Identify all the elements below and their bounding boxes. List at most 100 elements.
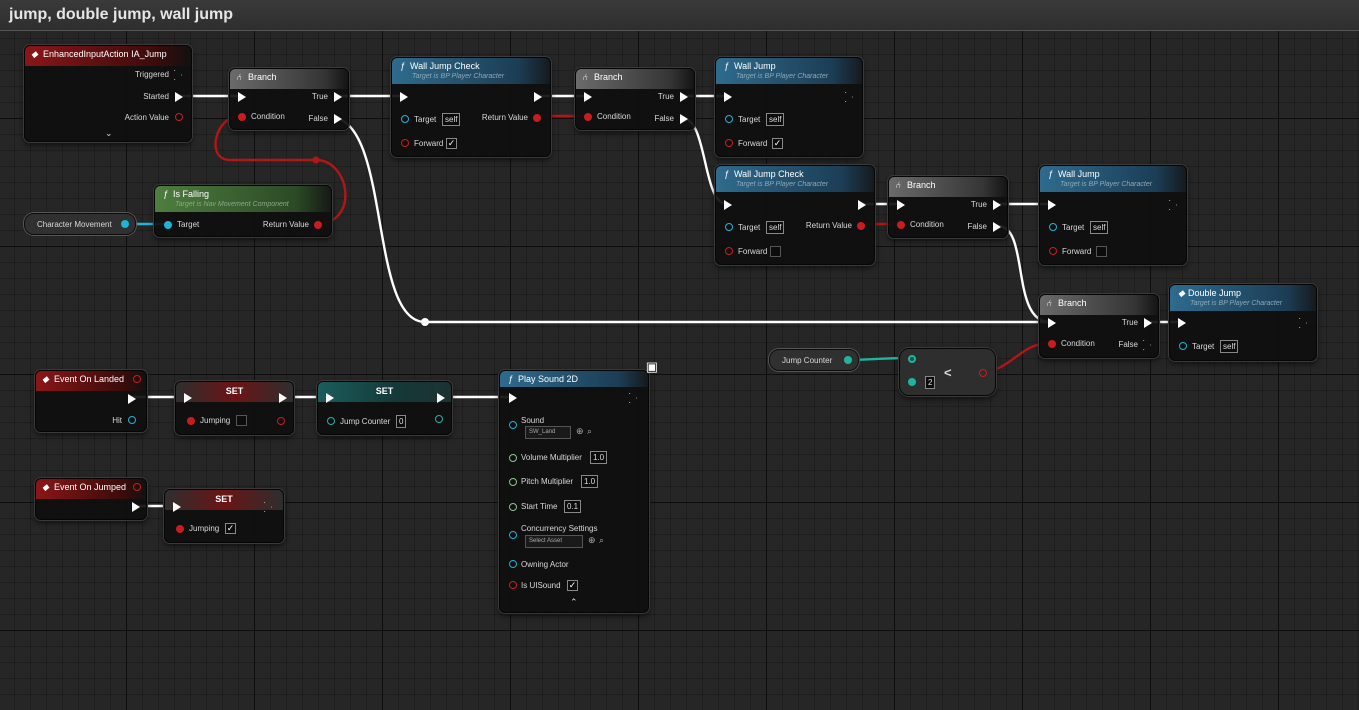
chevron-icon[interactable]: ⌃ xyxy=(570,597,578,608)
forward-pin[interactable] xyxy=(725,139,733,147)
branch-node[interactable]: ⑃ Branch True Condition False xyxy=(888,176,1008,238)
is-ui-sound-checkbox[interactable]: ✓ xyxy=(567,580,578,591)
pitch-value[interactable]: 1.0 xyxy=(581,475,599,488)
target-pin[interactable] xyxy=(725,223,733,231)
exec-out-pin[interactable] xyxy=(1300,318,1308,328)
bool-in-pin[interactable] xyxy=(187,417,195,425)
jumping-checkbox[interactable] xyxy=(236,415,247,426)
jump-counter-value[interactable]: 0 xyxy=(396,415,407,428)
object-out-pin[interactable] xyxy=(121,220,129,228)
forward-pin[interactable] xyxy=(1049,247,1057,255)
exec-out-pin[interactable] xyxy=(1144,340,1152,350)
browse-icon[interactable]: ⊕ xyxy=(588,535,596,546)
volume-pin[interactable] xyxy=(509,454,517,462)
sound-pin[interactable] xyxy=(509,421,517,429)
exec-out-pin[interactable] xyxy=(858,200,866,210)
hit-pin[interactable] xyxy=(128,416,136,424)
exec-out-pin[interactable] xyxy=(334,114,342,124)
condition-pin[interactable] xyxy=(238,113,246,121)
exec-out-pin[interactable] xyxy=(534,92,542,102)
wall-jump-node[interactable]: ƒ Wall Jump Target is BP Player Characte… xyxy=(715,57,863,157)
concurrency-dropdown[interactable]: Select Asset xyxy=(525,535,583,548)
forward-pin[interactable] xyxy=(401,139,409,147)
search-icon[interactable]: ⌕ xyxy=(599,535,604,546)
sound-dropdown[interactable]: SW_Land xyxy=(525,426,571,439)
exec-out-pin[interactable] xyxy=(132,502,140,512)
exec-out-pin[interactable] xyxy=(1144,318,1152,328)
target-pin[interactable] xyxy=(401,115,409,123)
concurrency-pin[interactable] xyxy=(509,531,517,539)
exec-out-pin[interactable] xyxy=(175,70,183,80)
exec-in-pin[interactable] xyxy=(1048,318,1056,328)
return-pin[interactable] xyxy=(314,221,322,229)
branch-node[interactable]: ⑃ Branch True Condition False xyxy=(575,68,695,130)
jump-counter-getter[interactable]: Jump Counter xyxy=(769,349,859,371)
is-ui-sound-pin[interactable] xyxy=(509,581,517,589)
wall-jump-check-node[interactable]: ƒ Wall Jump Check Target is BP Player Ch… xyxy=(715,165,875,265)
bool-out-pin[interactable] xyxy=(277,417,285,425)
exec-in-pin[interactable] xyxy=(326,393,334,403)
exec-out-pin[interactable] xyxy=(175,92,183,102)
int-in-pin-a[interactable] xyxy=(908,355,916,363)
int-out-pin[interactable] xyxy=(844,356,852,364)
exec-in-pin[interactable] xyxy=(400,92,408,102)
owning-actor-pin[interactable] xyxy=(509,560,517,568)
input-action-node[interactable]: ◆ EnhancedInputAction IA_Jump Triggered … xyxy=(24,45,192,142)
pitch-pin[interactable] xyxy=(509,478,517,486)
bool-in-pin[interactable] xyxy=(176,525,184,533)
start-time-pin[interactable] xyxy=(509,503,517,511)
event-on-jumped-node[interactable]: ◆ Event On Jumped xyxy=(35,478,147,520)
chevron-icon[interactable]: ⌄ xyxy=(105,128,113,139)
volume-value[interactable]: 1.0 xyxy=(590,451,608,464)
int-out-pin[interactable] xyxy=(435,415,443,423)
int-in-pin[interactable] xyxy=(327,417,335,425)
exec-out-pin[interactable] xyxy=(846,92,854,102)
exec-out-pin[interactable] xyxy=(128,394,136,404)
exec-out-pin[interactable] xyxy=(279,393,287,403)
return-pin[interactable] xyxy=(857,222,865,230)
exec-in-pin[interactable] xyxy=(509,393,517,403)
target-pin[interactable] xyxy=(164,221,172,229)
play-sound-2d-node[interactable]: ƒ Play Sound 2D ▣ Sound SW_Land ⊕ ⌕ Volu… xyxy=(499,359,658,613)
wall-jump-check-node[interactable]: ƒ Wall Jump Check Target is BP Player Ch… xyxy=(391,57,551,157)
exec-in-pin[interactable] xyxy=(173,502,181,512)
value-out-pin[interactable] xyxy=(175,113,183,121)
forward-checkbox[interactable] xyxy=(1096,246,1107,257)
exec-out-pin[interactable] xyxy=(993,200,1001,210)
target-pin[interactable] xyxy=(1179,342,1187,350)
branch-node[interactable]: ⑃ Branch True Condition False xyxy=(1039,294,1159,358)
exec-in-pin[interactable] xyxy=(724,92,732,102)
set-jump-counter-node[interactable]: SET Jump Counter 0 xyxy=(317,381,452,435)
start-time-value[interactable]: 0.1 xyxy=(564,500,582,513)
exec-in-pin[interactable] xyxy=(1178,318,1186,328)
exec-in-pin[interactable] xyxy=(184,393,192,403)
set-jumping-node[interactable]: SET Jumping ✓ xyxy=(164,489,284,543)
exec-out-pin[interactable] xyxy=(630,393,638,403)
double-jump-node[interactable]: ◆ Double Jump Target is BP Player Charac… xyxy=(1169,284,1317,361)
event-on-landed-node[interactable]: ◆ Event On Landed Hit xyxy=(35,370,147,432)
exec-out-pin[interactable] xyxy=(437,393,445,403)
target-pin[interactable] xyxy=(1049,223,1057,231)
branch-node[interactable]: ⑃ Branch True Condition False xyxy=(229,68,349,130)
exec-out-pin[interactable] xyxy=(680,114,688,124)
is-falling-node[interactable]: ƒ Is Falling Target is Nav Movement Comp… xyxy=(154,185,332,237)
forward-checkbox[interactable]: ✓ xyxy=(446,138,457,149)
compare-value[interactable]: 2 xyxy=(925,376,936,389)
exec-out-pin[interactable] xyxy=(993,222,1001,232)
delegate-pin[interactable] xyxy=(133,483,141,491)
forward-checkbox[interactable]: ✓ xyxy=(772,138,783,149)
condition-pin[interactable] xyxy=(897,221,905,229)
exec-in-pin[interactable] xyxy=(897,200,905,210)
jumping-checkbox[interactable]: ✓ xyxy=(225,523,236,534)
condition-pin[interactable] xyxy=(584,113,592,121)
target-pin[interactable] xyxy=(725,115,733,123)
less-than-node[interactable]: 2 < xyxy=(899,348,996,396)
browse-icon[interactable]: ⊕ xyxy=(576,426,584,437)
exec-in-pin[interactable] xyxy=(238,92,246,102)
exec-in-pin[interactable] xyxy=(584,92,592,102)
forward-checkbox[interactable] xyxy=(770,246,781,257)
exec-out-pin[interactable] xyxy=(334,92,342,102)
exec-out-pin[interactable] xyxy=(1170,200,1178,210)
character-movement-getter[interactable]: Character Movement xyxy=(24,213,136,235)
forward-pin[interactable] xyxy=(725,247,733,255)
